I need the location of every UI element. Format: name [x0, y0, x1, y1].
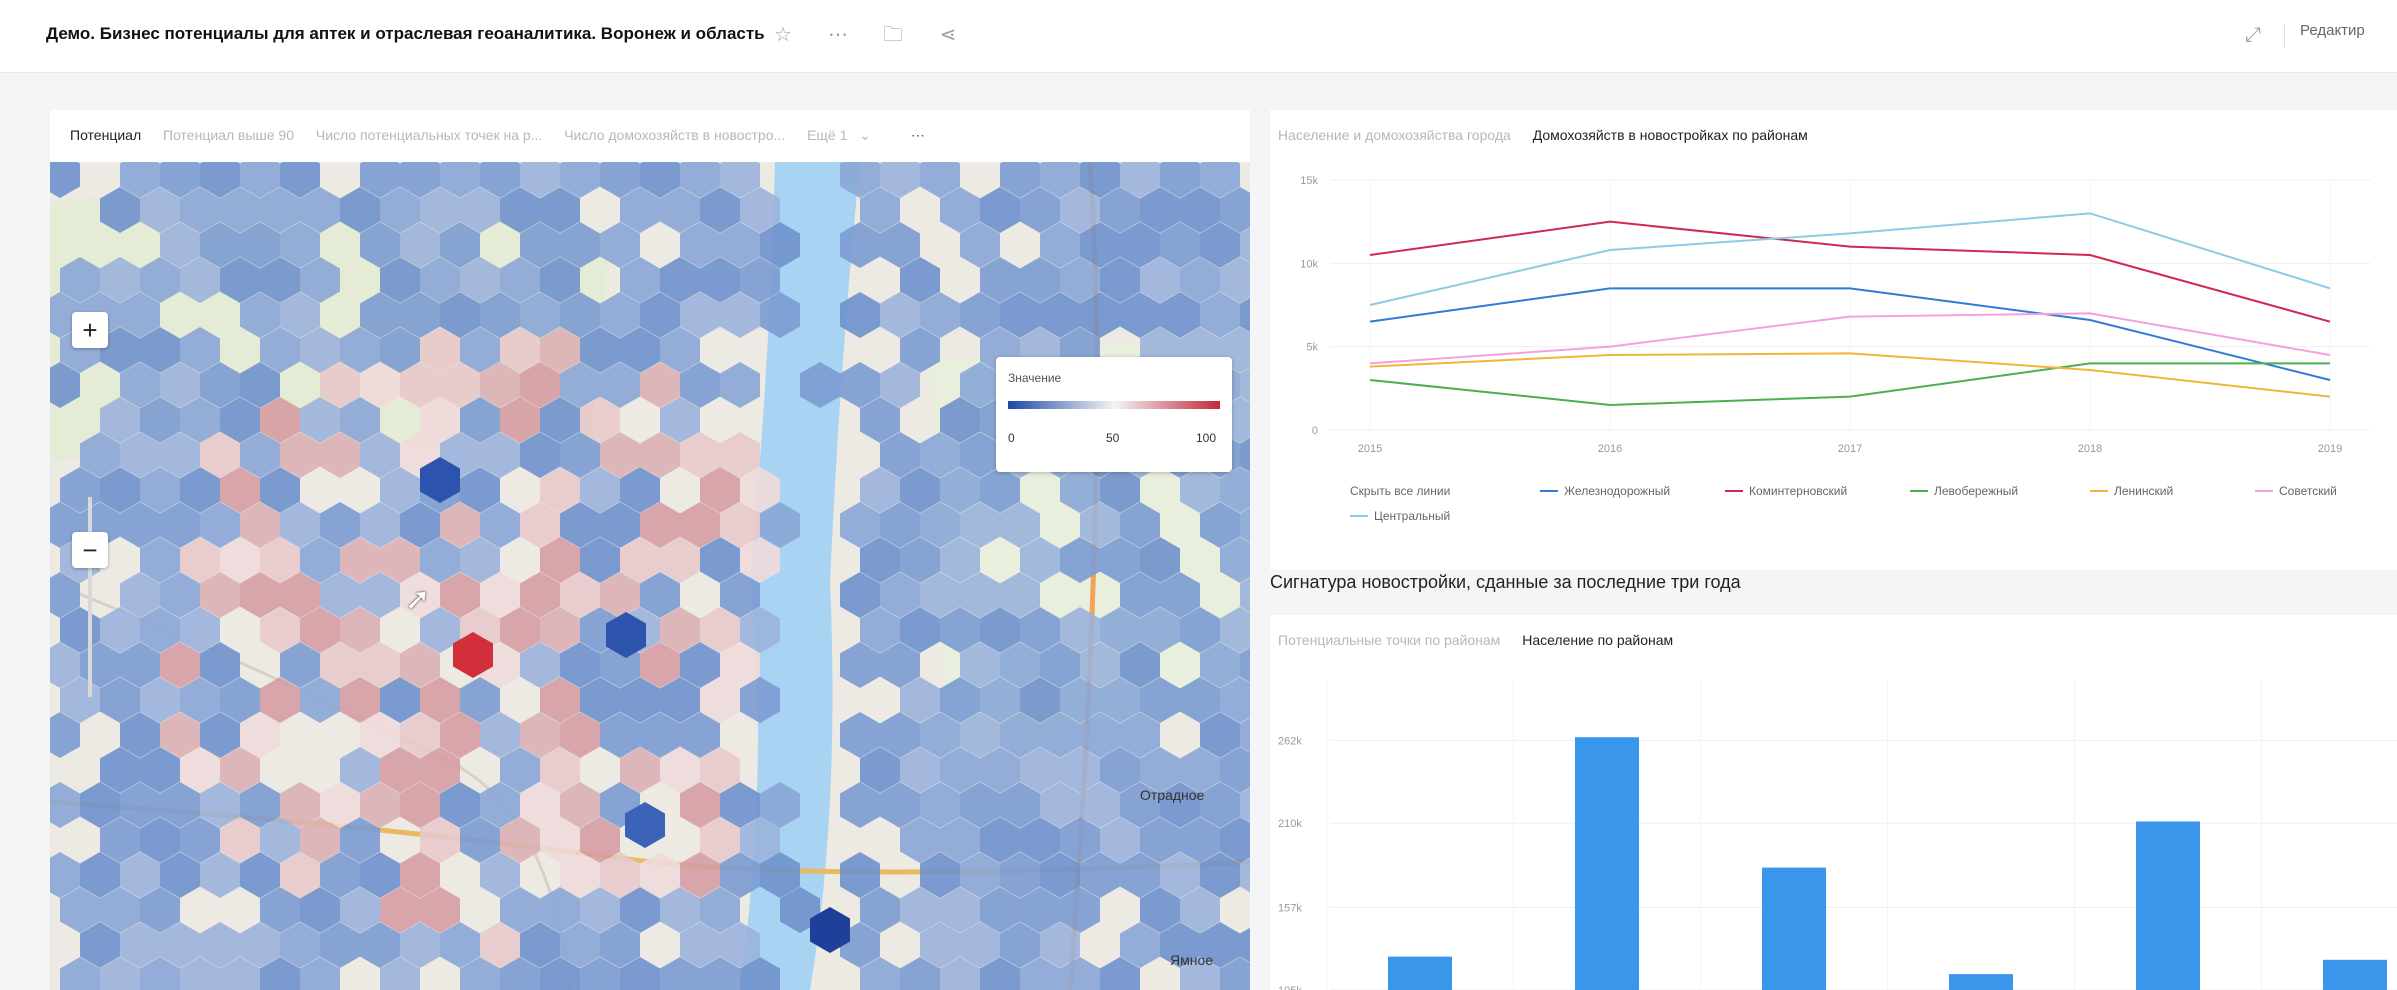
tab-population-districts[interactable]: Население по районам	[1522, 615, 1673, 665]
x-tick-label: 2019	[2318, 443, 2342, 455]
legend-item[interactable]: Ленинский	[2114, 484, 2173, 498]
line-tabs: Население и домохозяйства города Домохоз…	[1278, 110, 1826, 160]
x-tick-label: 2016	[1598, 443, 1622, 455]
zoom-slider[interactable]	[88, 497, 92, 697]
bar-Советский[interactable]	[2136, 821, 2200, 990]
x-tick-label: 2018	[2078, 443, 2102, 455]
tab-potential[interactable]: Потенциал	[70, 110, 141, 160]
map-canvas[interactable]: + − Отрадное Ямное ➚ Значение 0 50 100	[50, 162, 1250, 990]
legend-title: Значение	[1008, 371, 1062, 385]
tab-population-households[interactable]: Население и домохозяйства города	[1278, 110, 1511, 160]
x-tick-label: 2017	[1838, 443, 1862, 455]
map-tabs: Потенциал Потенциал выше 90 Число потенц…	[70, 110, 943, 160]
tab-households[interactable]: Число домохозяйств в новостро...	[564, 110, 785, 160]
bar-Коминтерновский[interactable]	[1575, 737, 1639, 990]
y-tick-label: 210k	[1278, 818, 1302, 830]
y-tick-label: 15k	[1300, 175, 1318, 187]
dashboard-title: Демо. Бизнес потенциалы для аптек и отра…	[46, 24, 765, 43]
tab-potential-points-districts[interactable]: Потенциальные точки по районам	[1278, 615, 1500, 665]
zoom-in-button[interactable]: +	[72, 312, 108, 348]
tab-more[interactable]: Ещё 1	[807, 110, 847, 160]
y-tick-label: 262k	[1278, 735, 1302, 747]
top-bar: Демо. Бизнес потенциалы для аптек и отра…	[0, 0, 2397, 73]
bar-tabs: Потенциальные точки по районам Население…	[1278, 615, 1691, 665]
legend-gradient	[1008, 401, 1220, 409]
map-legend: Значение 0 50 100	[996, 357, 1232, 472]
legend-item[interactable]: Советский	[2279, 484, 2337, 498]
bar-Ленинский[interactable]	[1949, 974, 2013, 990]
legend-item[interactable]: Центральный	[1374, 509, 1450, 523]
legend-mid: 50	[1106, 431, 1120, 445]
map-label-yamnoe: Ямное	[1170, 952, 1214, 968]
folder-icon[interactable]: 🗀	[880, 22, 906, 48]
tab-potential-above-90[interactable]: Потенциал выше 90	[163, 110, 294, 160]
y-tick-label: 105k	[1278, 985, 1302, 990]
y-tick-label: 157k	[1278, 902, 1302, 914]
y-tick-label: 5k	[1306, 342, 1318, 354]
mouse-cursor-icon: ➚	[405, 583, 431, 616]
zoom-out-button[interactable]: −	[72, 532, 108, 568]
legend-max: 100	[1196, 431, 1217, 445]
x-tick-label: 2015	[1358, 443, 1382, 455]
tab-potential-points[interactable]: Число потенциальных точек на р...	[316, 110, 542, 160]
y-tick-label: 0	[1312, 425, 1318, 437]
section-title: Сигнатура новостройки, сданные за послед…	[1270, 572, 1741, 592]
line-chart-widget: Население и домохозяйства города Домохоз…	[1270, 110, 2397, 570]
line-chart: 0 5k 10k 15k 2015 2016 2017 2018 2019 Скрыть все …	[1300, 175, 2370, 523]
bar-Центральный[interactable]	[2323, 959, 2387, 990]
legend-item[interactable]: Левобережный	[1934, 484, 2018, 498]
chevron-down-icon[interactable]: ⌄	[859, 110, 871, 160]
more-icon[interactable]: ⋯	[911, 110, 925, 160]
y-tick-label: 10k	[1300, 258, 1318, 270]
bar-chart-widget: Потенциальные точки по районам Население…	[1270, 615, 2397, 990]
fullscreen-icon[interactable]: ⤢	[2240, 22, 2266, 48]
map-label-otradnoe: Отрадное	[1140, 787, 1205, 803]
legend-min: 0	[1008, 431, 1015, 445]
map-widget: Потенциал Потенциал выше 90 Число потенц…	[50, 110, 1250, 990]
edit-button[interactable]: Редактир	[2300, 22, 2365, 39]
bar-Железнодорожный[interactable]	[1388, 956, 1452, 990]
share-icon[interactable]: ⋖	[935, 22, 961, 48]
legend-item[interactable]: Коминтерновский	[1749, 484, 1847, 498]
legend-hide-all[interactable]: Скрыть все линии	[1350, 484, 1450, 498]
star-icon[interactable]: ☆	[770, 22, 796, 48]
more-icon[interactable]: ⋯	[825, 22, 851, 48]
bar-Левобережный[interactable]	[1762, 867, 1826, 990]
bar-chart: 105k 157k 210k 262k	[1278, 680, 2397, 990]
tab-households-districts[interactable]: Домохозяйств в новостройках по районам	[1533, 110, 1808, 160]
divider	[2284, 24, 2285, 48]
legend-item[interactable]: Железнодорожный	[1564, 484, 1670, 498]
